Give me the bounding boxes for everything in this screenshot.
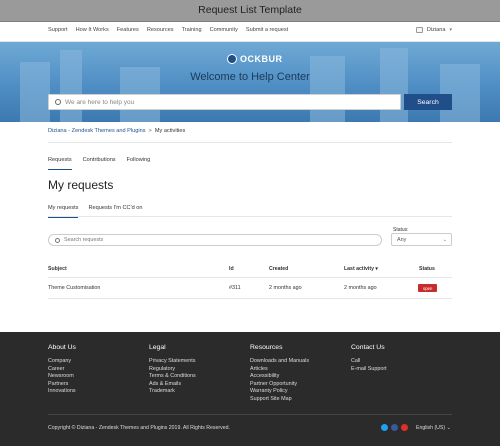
column-header-id: Id — [229, 266, 234, 272]
footer-link[interactable]: Privacy Statements — [149, 358, 249, 366]
footer-column-resources: Resources Downloads and Manuals Articles… — [250, 344, 350, 404]
column-header-subject: Subject — [48, 266, 67, 272]
footer-link[interactable]: Warranty Policy — [250, 388, 350, 396]
facebook-icon[interactable] — [391, 424, 398, 431]
building-graphic — [310, 56, 345, 122]
search-button[interactable]: Search — [404, 94, 452, 110]
chevron-down-icon: ▾ — [449, 27, 452, 33]
footer-heading: Legal — [149, 344, 166, 351]
chevron-down-icon: ⌄ — [442, 237, 447, 243]
nav-resources[interactable]: Resources — [147, 27, 174, 33]
divider — [48, 216, 452, 217]
footer-link[interactable]: Newsroom — [48, 373, 148, 381]
social-links — [381, 424, 408, 431]
footer-heading: Resources — [250, 344, 283, 351]
language-selector[interactable]: English (US) ⌄ — [416, 425, 451, 431]
help-search-placeholder: We are here to help you — [65, 98, 135, 106]
divider — [48, 142, 452, 143]
site-footer: About Us Company Career Newsroom Partner… — [0, 332, 500, 446]
footer-link[interactable]: Terms & Conditions — [149, 373, 249, 381]
footer-link[interactable]: Trademark — [149, 388, 249, 396]
breadcrumb-current: My activities — [154, 128, 186, 134]
table-row-divider — [48, 298, 452, 299]
footer-link[interactable]: Support Site Map — [250, 396, 350, 404]
hero-heading: Welcome to Help Center — [190, 71, 310, 83]
breadcrumb-parent[interactable]: Diziana - Zendesk Themes and Plugins — [48, 128, 146, 134]
language-label: English (US) — [416, 425, 446, 431]
nav-training[interactable]: Training — [182, 27, 202, 33]
request-search-placeholder: Search requests — [64, 237, 104, 243]
status-select-value: Any — [397, 236, 407, 243]
tab-requests[interactable]: Requests — [48, 157, 72, 170]
tab-contributions[interactable]: Contributions — [83, 157, 116, 170]
footer-column-legal: Legal Privacy Statements Regulatory Term… — [149, 344, 249, 396]
user-name: Diziana — [426, 27, 446, 33]
site-logo[interactable]: OCKBUR — [227, 54, 283, 64]
footer-link[interactable]: Ads & Emails — [149, 381, 249, 389]
footer-link[interactable]: Call — [351, 358, 451, 366]
footer-link[interactable]: Articles — [250, 366, 350, 374]
footer-heading: Contact Us — [351, 344, 385, 351]
tab-following[interactable]: Following — [127, 157, 151, 170]
activity-tabs: Requests Contributions Following — [48, 157, 161, 170]
footer-heading: About Us — [48, 344, 76, 351]
footer-column-about: About Us Company Career Newsroom Partner… — [48, 344, 148, 396]
request-id: #311 — [229, 285, 241, 291]
hero-banner: OCKBUR Welcome to Help Center We are her… — [0, 42, 500, 122]
search-icon — [55, 237, 60, 243]
building-graphic — [380, 48, 408, 122]
footer-link[interactable]: Innovations — [48, 388, 148, 396]
youtube-icon[interactable] — [401, 424, 408, 431]
footer-divider — [48, 414, 452, 415]
column-header-status: Status — [419, 266, 435, 272]
user-avatar-icon — [415, 27, 423, 33]
nav-community[interactable]: Community — [210, 27, 238, 33]
window-title: Request List Template — [198, 4, 302, 16]
nav-support[interactable]: Support — [48, 27, 68, 33]
nav-how-it-works[interactable]: How It Works — [76, 27, 109, 33]
column-header-last-activity[interactable]: Last activity ▾ — [344, 266, 378, 272]
top-nav: Support How It Works Features Resources … — [0, 22, 500, 42]
page-title: My requests — [48, 178, 114, 192]
footer-link[interactable]: Downloads and Manuals — [250, 358, 350, 366]
nav-submit-request[interactable]: Submit a request — [246, 27, 288, 33]
copyright-text: Copyright © Diziana - Zendesk Themes and… — [48, 425, 230, 431]
user-menu[interactable]: Diziana ▾ — [415, 27, 452, 33]
footer-link[interactable]: Career — [48, 366, 148, 374]
column-header-created: Created — [269, 266, 289, 272]
breadcrumb-separator: > — [148, 128, 152, 134]
window-title-bar: Request List Template — [0, 0, 500, 22]
request-created: 2 months ago — [269, 285, 302, 291]
breadcrumb: Diziana - Zendesk Themes and Plugins > My … — [48, 128, 185, 134]
logo-icon — [227, 54, 237, 64]
request-search-input[interactable]: Search requests — [48, 234, 382, 246]
request-subject-link[interactable]: Theme Customisation — [48, 285, 100, 291]
help-search-input[interactable]: We are here to help you — [48, 94, 401, 110]
footer-link[interactable]: Accessibility — [250, 373, 350, 381]
status-badge: open — [418, 284, 438, 292]
footer-link[interactable]: Partner Opportunity — [250, 381, 350, 389]
footer-column-contact: Contact Us Call E-mail Support — [351, 344, 451, 373]
footer-link[interactable]: Company — [48, 358, 148, 366]
footer-link[interactable]: Regulatory — [149, 366, 249, 374]
building-graphic — [60, 50, 82, 122]
request-last-activity: 2 months ago — [344, 285, 377, 291]
status-select[interactable]: Any ⌄ — [391, 233, 452, 246]
twitter-icon[interactable] — [381, 424, 388, 431]
footer-link[interactable]: E-mail Support — [351, 366, 451, 374]
logo-text: OCKBUR — [240, 54, 283, 64]
search-icon — [55, 99, 61, 105]
nav-features[interactable]: Features — [117, 27, 139, 33]
chevron-down-icon: ⌄ — [446, 425, 451, 431]
table-header-divider — [48, 277, 452, 278]
footer-link[interactable]: Partners — [48, 381, 148, 389]
